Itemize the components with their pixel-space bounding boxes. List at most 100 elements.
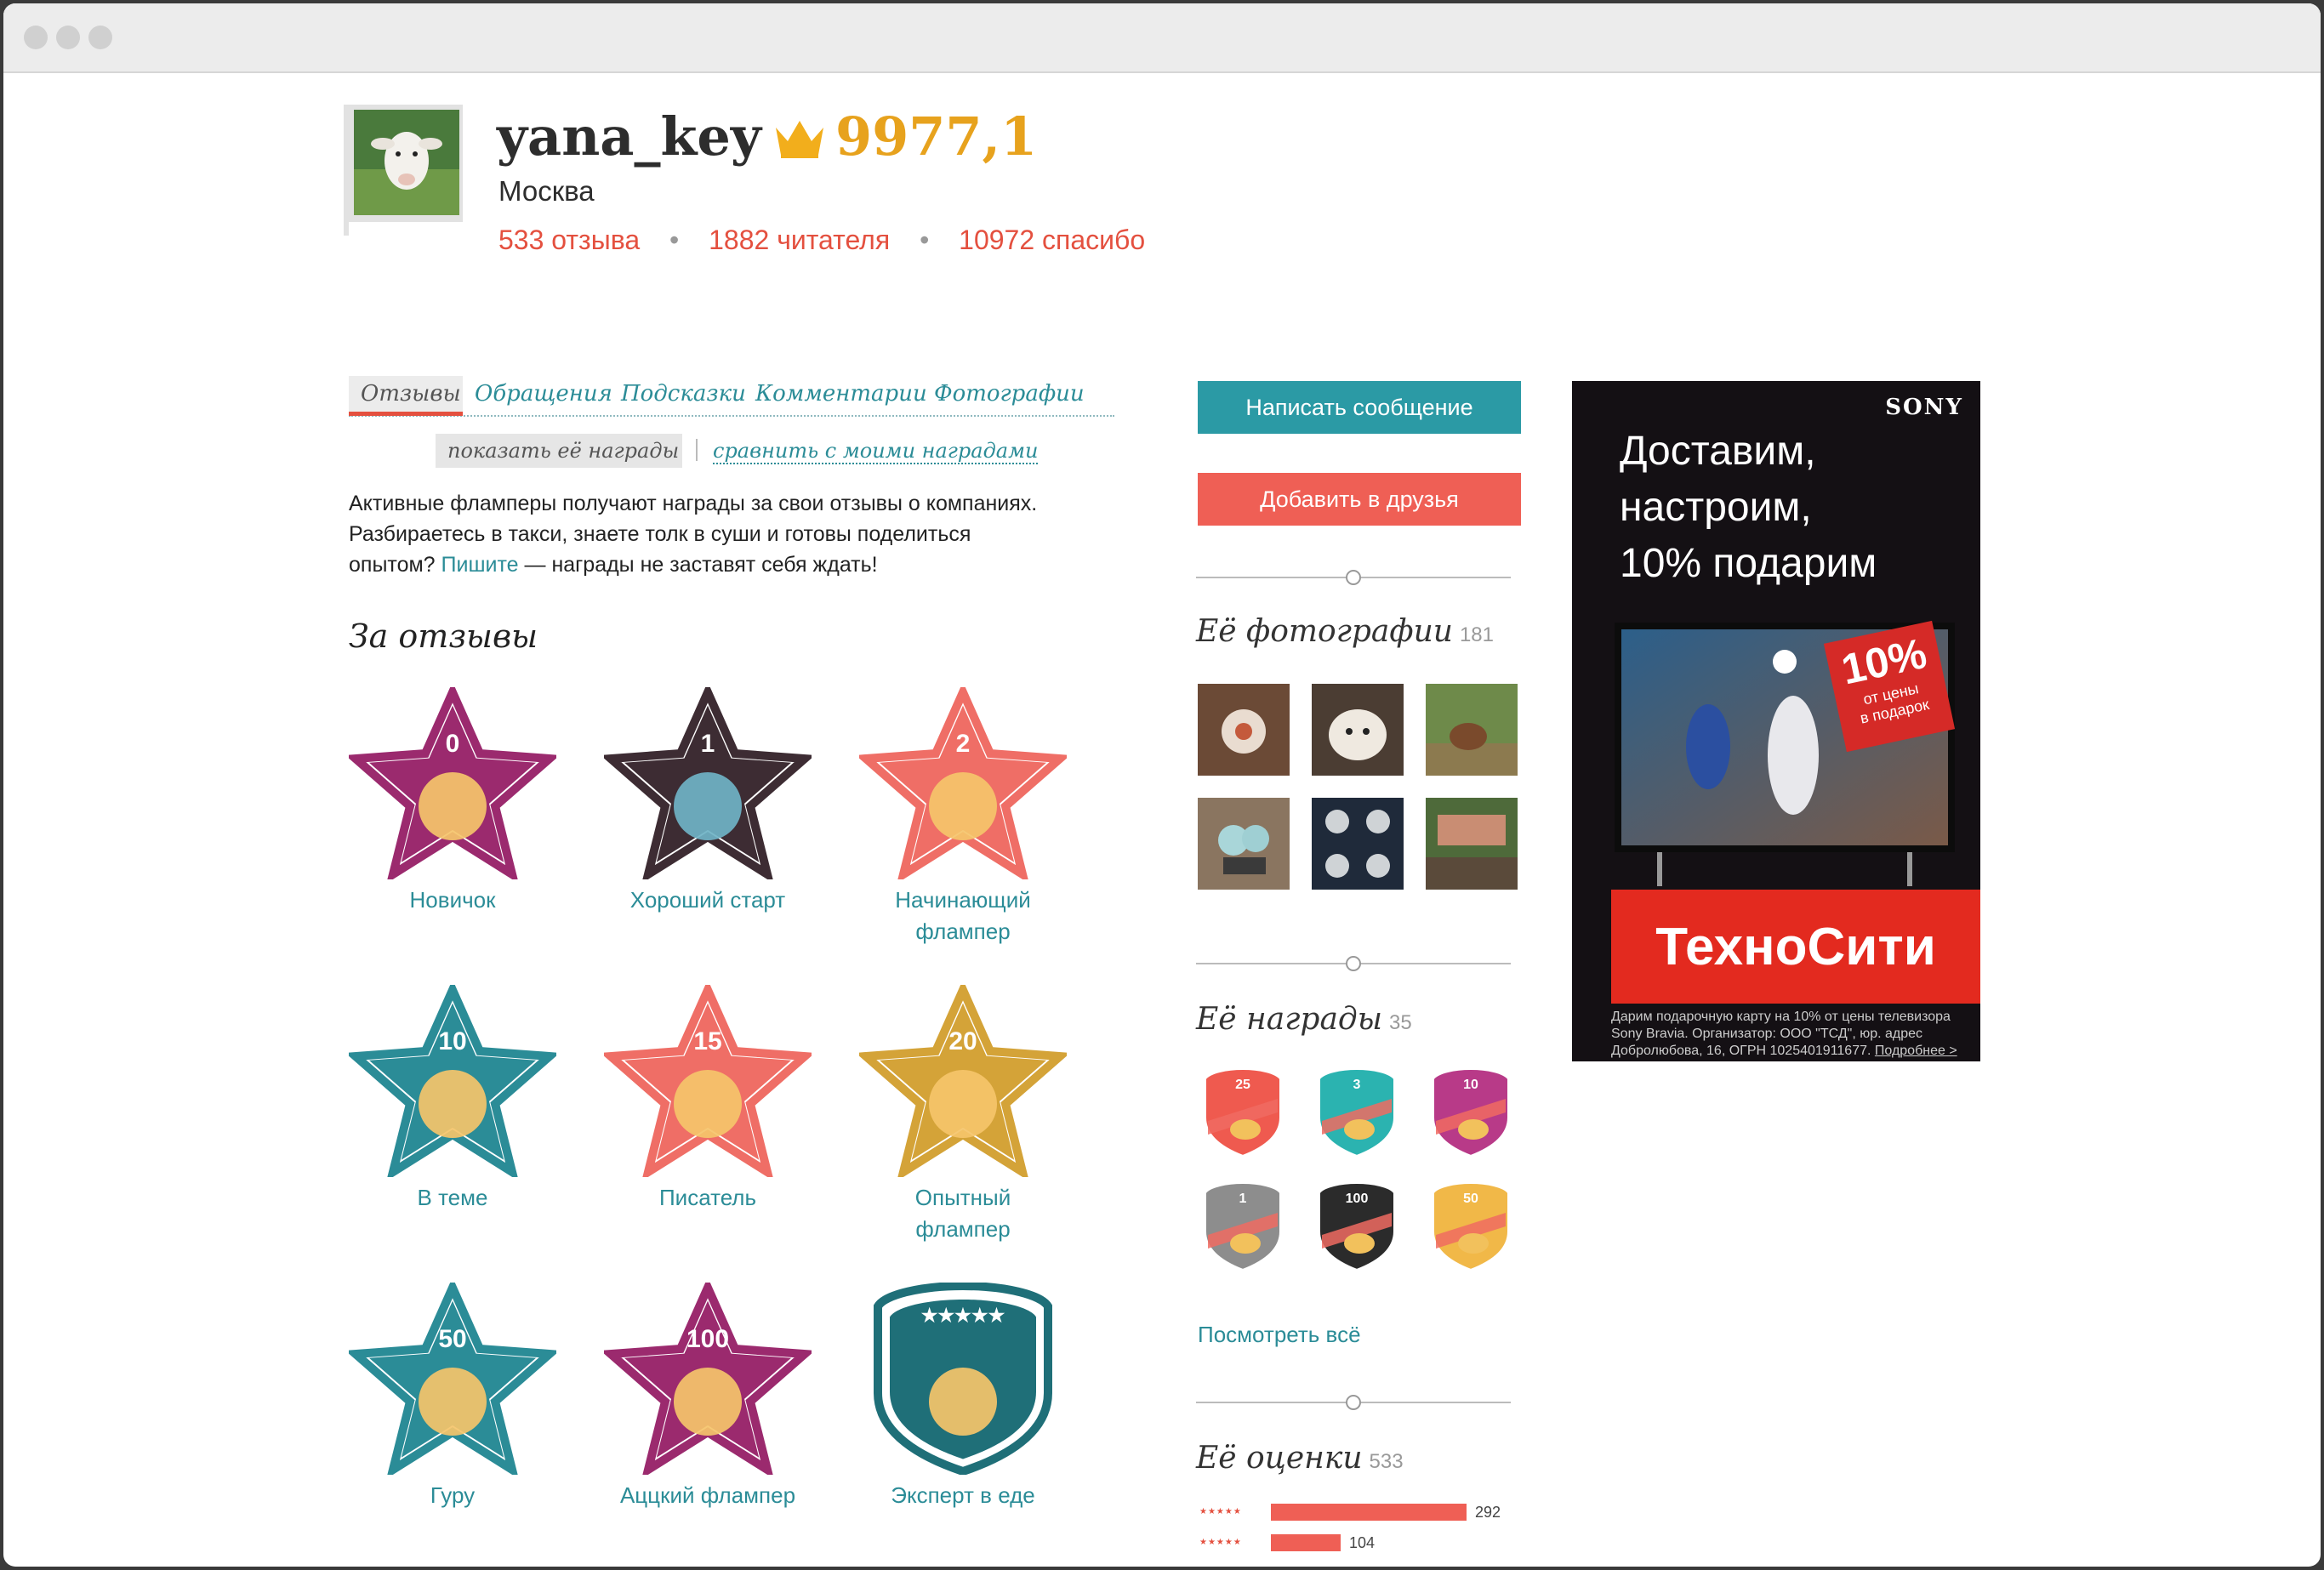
- browser-toolbar: [3, 3, 2321, 73]
- ratings-heading: Её оценки 533: [1196, 1441, 1404, 1476]
- ad-brand-logo: SONY: [1885, 395, 1963, 420]
- username: yana_key: [497, 105, 761, 168]
- ad-promo-badge: 10% от цены в подарок: [1823, 620, 1956, 753]
- photo-thumbnail[interactable]: [1312, 684, 1404, 776]
- award-shield-icon[interactable]: 50: [1427, 1179, 1514, 1274]
- chef-icon: ★★★★★: [874, 1281, 1052, 1476]
- awards-heading: Её награды 35: [1196, 1002, 1412, 1037]
- compare-awards-link[interactable]: сравнить с моими наградами: [713, 439, 1039, 464]
- badge-number: 50: [438, 1325, 466, 1353]
- photo-thumbnail[interactable]: [1198, 798, 1290, 890]
- awards-count: 35: [1389, 1011, 1412, 1034]
- award-shield-icon[interactable]: 100: [1313, 1179, 1400, 1274]
- thanks-count-link[interactable]: 10972 спасибо: [959, 225, 1145, 255]
- fire-icon: 100: [600, 1277, 816, 1479]
- pacifier-icon: 0: [345, 681, 561, 884]
- ad-store-banner[interactable]: ТехноСити: [1611, 890, 1980, 1004]
- badge-label[interactable]: Хороший старт: [580, 885, 835, 916]
- tab-active-indicator: [349, 412, 463, 416]
- quill-icon: 15: [600, 979, 816, 1181]
- award-shield-icon[interactable]: 1: [1199, 1179, 1286, 1274]
- reviews-count-link[interactable]: 533 отзыва: [498, 225, 640, 255]
- award-number: 25: [1235, 1078, 1250, 1092]
- intro-line: Активные фламперы получают награды за св…: [349, 492, 1038, 515]
- section-title: За отзывы: [349, 617, 538, 655]
- award-shield-icon[interactable]: 25: [1199, 1065, 1286, 1160]
- show-awards-toggle[interactable]: показать её награды: [436, 434, 682, 468]
- stats-separator: •: [669, 225, 680, 255]
- badge-label[interactable]: Аццкий флампер: [580, 1480, 835, 1511]
- badge-label[interactable]: Эксперт в еде: [835, 1480, 1091, 1511]
- window-close-button[interactable]: [24, 26, 48, 49]
- badge-item[interactable]: 50: [345, 1277, 561, 1479]
- rating-bar: [1271, 1534, 1341, 1551]
- badge-number: 1: [701, 730, 715, 758]
- ad-banner[interactable]: SONY Доставим, настроим, 10% подарим 10% о…: [1572, 381, 1980, 1061]
- award-number: 3: [1353, 1078, 1361, 1092]
- badge-item[interactable]: 100: [600, 1277, 816, 1479]
- readers-count-link[interactable]: 1882 читателя: [709, 225, 890, 255]
- badge-item[interactable]: ★★★★★: [859, 1281, 1067, 1476]
- badge-number: 10: [438, 1027, 466, 1055]
- tablet-chat-icon: 10: [345, 979, 561, 1181]
- badge-item[interactable]: 15: [600, 979, 816, 1181]
- browser-window: yana_key 9977,1 Москва 533 отзыва • 1882…: [3, 3, 2321, 1567]
- tab-reviews[interactable]: Отзывы: [361, 381, 461, 407]
- intro-text: Активные фламперы получают награды за св…: [349, 488, 1131, 580]
- badge-item[interactable]: 2: [855, 681, 1071, 884]
- user-city: Москва: [498, 175, 595, 207]
- award-number: 1: [1239, 1192, 1247, 1206]
- ad-headline: Доставим, настроим, 10% подарим: [1620, 429, 1877, 586]
- rating-count: 104: [1349, 1534, 1376, 1551]
- badge-number: 100: [686, 1325, 729, 1353]
- show-awards-label: показать её награды: [447, 439, 680, 463]
- rating-count: 292: [1475, 1504, 1501, 1521]
- view-all-awards-link[interactable]: Посмотреть всё: [1198, 1322, 1361, 1348]
- badge-number: ★★★★★: [921, 1305, 1005, 1326]
- tab-tips[interactable]: Подсказки: [621, 381, 746, 407]
- tab-photos[interactable]: Фотографии: [934, 381, 1085, 407]
- badge-item[interactable]: 10: [345, 979, 561, 1181]
- crown-icon: [776, 121, 823, 158]
- ad-more-link[interactable]: Подробнее >: [1875, 1044, 1957, 1058]
- award-shield-icon[interactable]: 3: [1313, 1065, 1400, 1160]
- badge-item[interactable]: 20: [855, 979, 1071, 1181]
- badge-item[interactable]: 1: [600, 681, 816, 884]
- intro-line: опытом? Пишите — награды не заставят себ…: [349, 553, 878, 577]
- avatar[interactable]: [344, 105, 463, 222]
- write-message-button[interactable]: Написать сообщение: [1198, 381, 1521, 434]
- eye-icon: 50: [345, 1277, 561, 1479]
- rating-stars: ★★★★★: [1199, 1538, 1242, 1547]
- divider-dot: [1346, 1395, 1361, 1410]
- badge-label[interactable]: Опытный флампер: [835, 1182, 1091, 1245]
- window-maximize-button[interactable]: [88, 26, 112, 49]
- badge-item[interactable]: 0: [345, 681, 561, 884]
- photo-thumbnail[interactable]: [1426, 684, 1518, 776]
- badge-number: 15: [693, 1027, 721, 1055]
- window-minimize-button[interactable]: [56, 26, 80, 49]
- add-friend-button[interactable]: Добавить в друзья: [1198, 473, 1521, 526]
- badge-label[interactable]: В теме: [325, 1182, 580, 1214]
- ratings-count: 533: [1369, 1450, 1404, 1473]
- badge-label[interactable]: Начинающий флампер: [835, 885, 1091, 947]
- graduation-cap-icon: 20: [855, 979, 1071, 1181]
- ad-fine-print: Дарим подарочную карту на 10% от цены те…: [1611, 1010, 1957, 1058]
- photo-thumbnail[interactable]: [1198, 684, 1290, 776]
- user-stats: 533 отзыва • 1882 читателя • 10972 спаси…: [498, 225, 1145, 256]
- photos-count: 181: [1459, 623, 1494, 646]
- goat-avatar-image: [354, 110, 459, 215]
- rating-stars: ★★★★★: [1199, 1507, 1242, 1516]
- tab-appeals[interactable]: Обращения: [475, 381, 612, 407]
- write-link[interactable]: Пишите: [441, 553, 519, 577]
- award-shield-icon[interactable]: 10: [1427, 1065, 1514, 1160]
- award-number: 10: [1463, 1078, 1478, 1092]
- avatar-ribbon: [344, 222, 349, 236]
- badge-label[interactable]: Гуру: [325, 1480, 580, 1511]
- photo-thumbnail[interactable]: [1426, 798, 1518, 890]
- badge-label[interactable]: Писатель: [580, 1182, 835, 1214]
- divider-dot: [1346, 570, 1361, 585]
- intro-line: Разбираетесь в такси, знаете толк в суши…: [349, 522, 971, 546]
- photo-thumbnail[interactable]: [1312, 798, 1404, 890]
- badge-label[interactable]: Новичок: [325, 885, 580, 916]
- tab-comments[interactable]: Комментарии: [755, 381, 927, 407]
